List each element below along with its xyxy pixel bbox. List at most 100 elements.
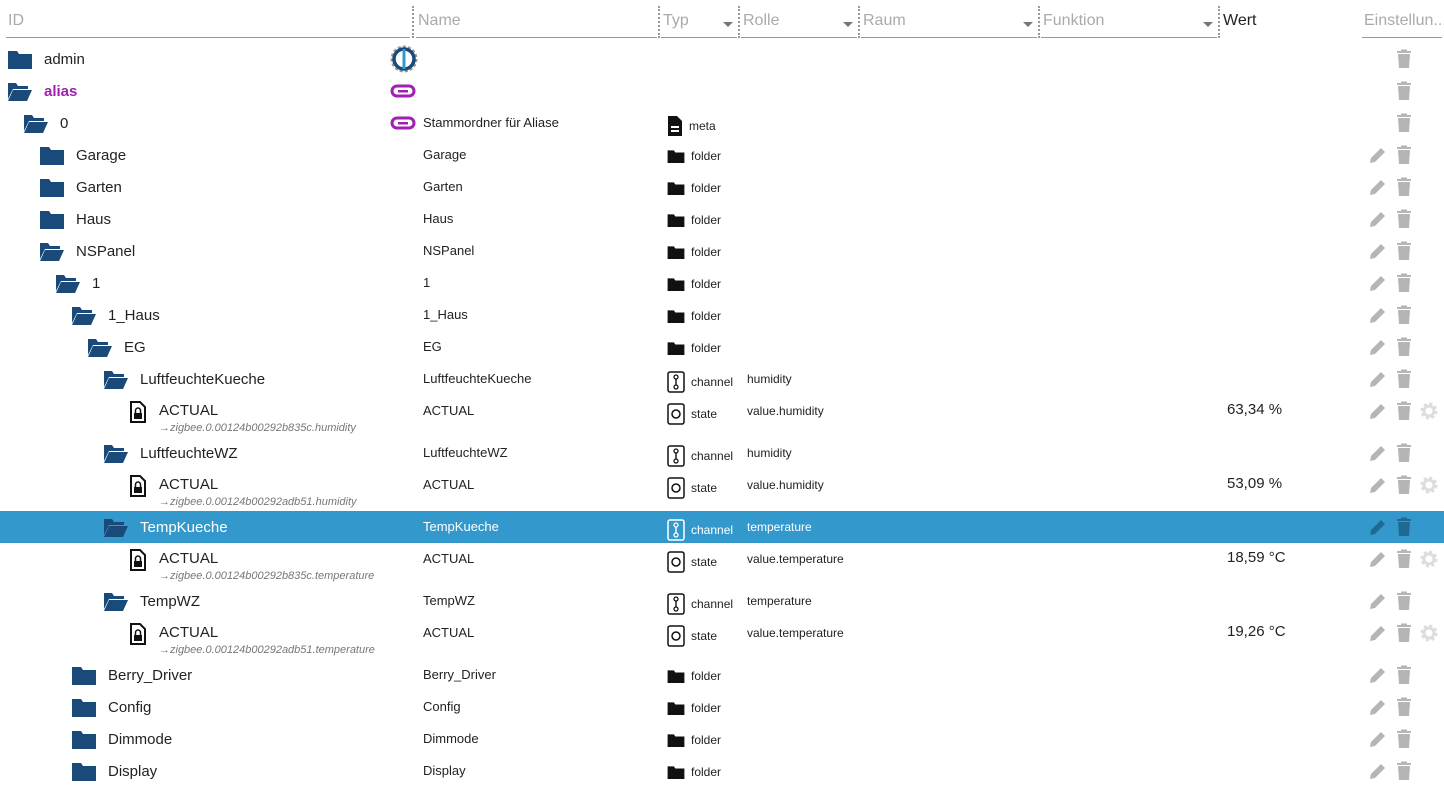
- pencil-icon[interactable]: [1368, 401, 1388, 421]
- folder-open-icon[interactable]: [104, 443, 128, 463]
- gear-icon[interactable]: [1419, 549, 1439, 569]
- name-cell[interactable]: NSPanel: [423, 243, 474, 258]
- rolle-select[interactable]: Rolle: [741, 8, 857, 38]
- name-cell[interactable]: Garage: [423, 147, 466, 162]
- id-cell[interactable]: LuftfeuchteWZ: [104, 437, 238, 469]
- name-cell[interactable]: Stammordner für Aliase: [423, 115, 559, 130]
- id-cell[interactable]: alias: [8, 75, 77, 107]
- name-cell[interactable]: ACTUAL: [423, 625, 474, 640]
- pencil-icon[interactable]: [1368, 209, 1388, 229]
- role-cell[interactable]: value.temperature: [747, 626, 844, 640]
- gear-icon[interactable]: [1419, 401, 1439, 421]
- role-cell[interactable]: value.humidity: [747, 404, 824, 418]
- tree-row-eg[interactable]: EG EG folder: [0, 331, 1444, 363]
- trash-icon[interactable]: [1394, 209, 1414, 229]
- folder-icon[interactable]: [72, 761, 96, 781]
- pencil-icon[interactable]: [1368, 697, 1388, 717]
- name-cell[interactable]: LuftfeuchteKueche: [423, 371, 531, 386]
- pencil-icon[interactable]: [1368, 177, 1388, 197]
- pencil-icon[interactable]: [1368, 241, 1388, 261]
- role-cell[interactable]: humidity: [747, 372, 792, 386]
- pencil-icon[interactable]: [1368, 761, 1388, 781]
- value-cell[interactable]: 18,59 °C: [1227, 549, 1286, 566]
- folder-open-icon[interactable]: [104, 369, 128, 389]
- trash-icon[interactable]: [1394, 113, 1414, 133]
- trash-icon[interactable]: [1394, 729, 1414, 749]
- name-cell[interactable]: Dimmode: [423, 731, 479, 746]
- trash-icon[interactable]: [1394, 517, 1414, 537]
- tree-row-1_haus[interactable]: 1_Haus 1_Haus folder: [0, 299, 1444, 331]
- column-resizer[interactable]: [858, 6, 860, 38]
- name-filter[interactable]: Name: [416, 8, 657, 38]
- id-cell[interactable]: LuftfeuchteKueche: [104, 363, 265, 395]
- tree-row-0[interactable]: 0 Stammordner für Aliase meta: [0, 107, 1444, 139]
- id-cell[interactable]: TempWZ: [104, 585, 200, 617]
- trash-icon[interactable]: [1394, 81, 1414, 101]
- tree-row-config[interactable]: Config Config folder: [0, 691, 1444, 723]
- tree-row-actual[interactable]: ACTUAL →zigbee.0.00124b00292b835c.tempera…: [0, 543, 1444, 585]
- pencil-icon[interactable]: [1368, 305, 1388, 325]
- id-cell[interactable]: TempKueche: [104, 511, 228, 543]
- tree-row-tempkueche[interactable]: TempKueche TempKueche channel temperature: [0, 511, 1444, 543]
- id-cell[interactable]: Berry_Driver: [72, 659, 192, 691]
- column-resizer[interactable]: [658, 6, 660, 38]
- folder-open-icon[interactable]: [56, 273, 80, 293]
- tree-row-luftfeuchtewz[interactable]: LuftfeuchteWZ LuftfeuchteWZ channel humidit…: [0, 437, 1444, 469]
- pencil-icon[interactable]: [1368, 665, 1388, 685]
- tree-row-nspanel[interactable]: NSPanel NSPanel folder: [0, 235, 1444, 267]
- name-cell[interactable]: Berry_Driver: [423, 667, 496, 682]
- id-cell[interactable]: 1: [56, 267, 100, 299]
- name-cell[interactable]: Config: [423, 699, 461, 714]
- trash-icon[interactable]: [1394, 177, 1414, 197]
- folder-icon[interactable]: [72, 729, 96, 749]
- name-cell[interactable]: Haus: [423, 211, 453, 226]
- name-cell[interactable]: EG: [423, 339, 442, 354]
- id-cell[interactable]: ACTUAL →zigbee.0.00124b00292b835c.tempera…: [130, 543, 374, 585]
- tree-row-haus[interactable]: Haus Haus folder: [0, 203, 1444, 235]
- value-cell[interactable]: 63,34 %: [1227, 401, 1282, 418]
- pencil-icon[interactable]: [1368, 591, 1388, 611]
- folder-icon[interactable]: [72, 697, 96, 717]
- gear-icon[interactable]: [1419, 475, 1439, 495]
- folder-open-icon[interactable]: [40, 241, 64, 261]
- pencil-icon[interactable]: [1368, 273, 1388, 293]
- tree-row-tempwz[interactable]: TempWZ TempWZ channel temperature: [0, 585, 1444, 617]
- tree-row-actual[interactable]: ACTUAL →zigbee.0.00124b00292adb51.humidit…: [0, 469, 1444, 511]
- role-cell[interactable]: temperature: [747, 594, 812, 608]
- id-cell[interactable]: Config: [72, 691, 151, 723]
- id-cell[interactable]: admin: [8, 43, 85, 75]
- id-cell[interactable]: 0: [24, 107, 68, 139]
- name-cell[interactable]: TempWZ: [423, 593, 475, 608]
- pencil-icon[interactable]: [1368, 623, 1388, 643]
- trash-icon[interactable]: [1394, 273, 1414, 293]
- id-cell[interactable]: Garage: [40, 139, 126, 171]
- folder-icon[interactable]: [40, 177, 64, 197]
- value-cell[interactable]: 19,26 °C: [1227, 623, 1286, 640]
- trash-icon[interactable]: [1394, 49, 1414, 69]
- folder-open-icon[interactable]: [104, 591, 128, 611]
- tree-row-actual[interactable]: ACTUAL →zigbee.0.00124b00292b835c.humidit…: [0, 395, 1444, 437]
- id-cell[interactable]: Display: [72, 755, 157, 787]
- tree-row-admin[interactable]: admin: [0, 43, 1444, 75]
- role-cell[interactable]: value.humidity: [747, 478, 824, 492]
- id-filter[interactable]: ID: [6, 8, 410, 38]
- tree-row-garage[interactable]: Garage Garage folder: [0, 139, 1444, 171]
- name-cell[interactable]: ACTUAL: [423, 403, 474, 418]
- pencil-icon[interactable]: [1368, 729, 1388, 749]
- folder-icon[interactable]: [8, 49, 32, 69]
- trash-icon[interactable]: [1394, 145, 1414, 165]
- trash-icon[interactable]: [1394, 623, 1414, 643]
- pencil-icon[interactable]: [1368, 369, 1388, 389]
- name-cell[interactable]: Display: [423, 763, 466, 778]
- pencil-icon[interactable]: [1368, 443, 1388, 463]
- id-cell[interactable]: Haus: [40, 203, 111, 235]
- name-cell[interactable]: 1: [423, 275, 430, 290]
- tree-row-garten[interactable]: Garten Garten folder: [0, 171, 1444, 203]
- trash-icon[interactable]: [1394, 337, 1414, 357]
- folder-icon[interactable]: [40, 209, 64, 229]
- trash-icon[interactable]: [1394, 305, 1414, 325]
- name-cell[interactable]: Garten: [423, 179, 463, 194]
- name-cell[interactable]: ACTUAL: [423, 477, 474, 492]
- folder-open-icon[interactable]: [104, 517, 128, 537]
- value-cell[interactable]: 53,09 %: [1227, 475, 1282, 492]
